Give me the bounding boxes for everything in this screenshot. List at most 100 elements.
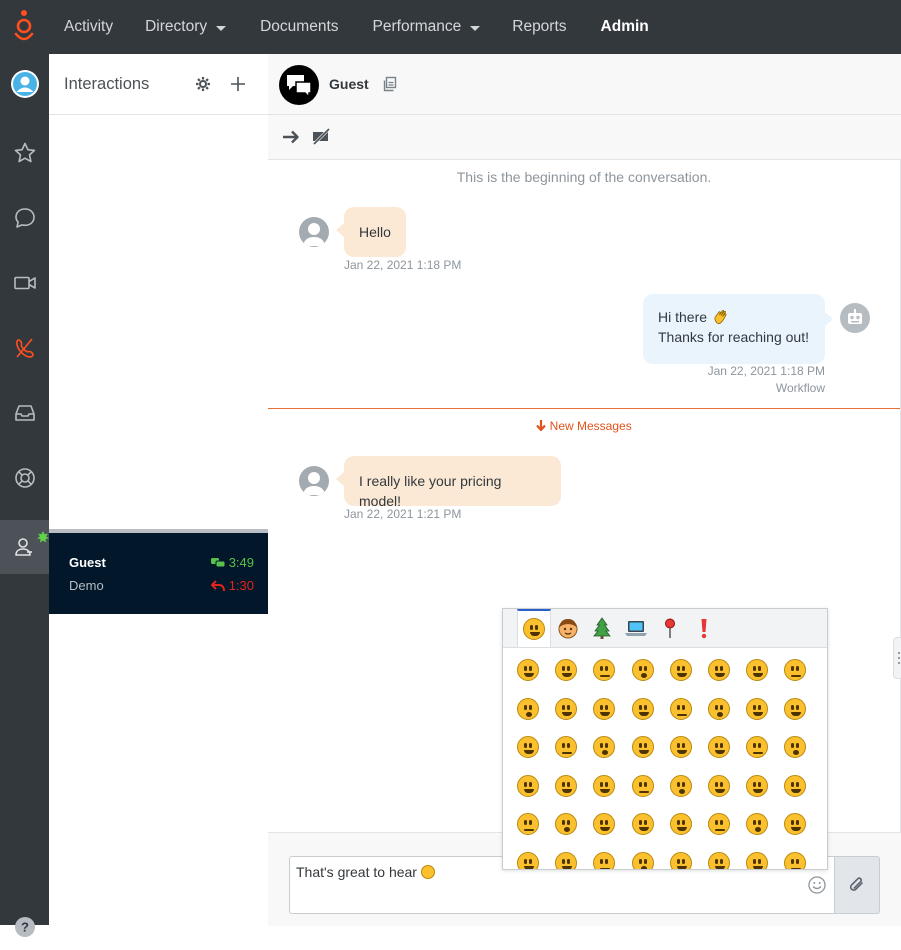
- chat-icon: [14, 208, 35, 228]
- smiley-face-icon: [517, 736, 539, 759]
- support-button[interactable]: [0, 455, 49, 501]
- favorites-button[interactable]: [0, 130, 49, 176]
- emoji-cell[interactable]: [547, 805, 585, 843]
- emoji-cell[interactable]: [585, 844, 623, 869]
- emoji-cell[interactable]: [585, 767, 623, 805]
- emoji-cell[interactable]: [509, 728, 547, 766]
- emoji-cell[interactable]: [624, 767, 662, 805]
- message-input-text: That's great to hear: [296, 864, 417, 880]
- emoji-cell[interactable]: [547, 651, 585, 689]
- attach-button[interactable]: [835, 856, 880, 914]
- emoji-tab-symbols[interactable]: [687, 609, 721, 647]
- emoji-cell[interactable]: [700, 805, 738, 843]
- emoji-cell[interactable]: [738, 651, 776, 689]
- emoji-cell[interactable]: [700, 767, 738, 805]
- interaction-card[interactable]: Guest Demo 3:49 1:30: [49, 529, 268, 614]
- emoji-category-tabs: [503, 609, 827, 648]
- emoji-cell[interactable]: [700, 651, 738, 689]
- emoji-cell[interactable]: [662, 651, 700, 689]
- emoji-cell[interactable]: [547, 728, 585, 766]
- nav-admin[interactable]: Admin: [581, 0, 663, 54]
- emoji-cell[interactable]: [585, 690, 623, 728]
- emoji-cell[interactable]: [624, 690, 662, 728]
- smiley-face-icon: [746, 736, 769, 759]
- nav-directory[interactable]: Directory: [127, 0, 240, 54]
- emoji-cell[interactable]: [738, 844, 776, 869]
- interaction-card-subtitle: Demo: [69, 578, 104, 593]
- inbox-button[interactable]: [0, 390, 49, 436]
- new-messages-label[interactable]: New Messages: [268, 419, 900, 433]
- help-button[interactable]: ?: [0, 904, 49, 950]
- genesys-logo[interactable]: [10, 8, 38, 46]
- emoji-cell[interactable]: [662, 728, 700, 766]
- transfer-arrow-icon[interactable]: [281, 127, 301, 147]
- emoji-cell[interactable]: [624, 844, 662, 869]
- emoji-cell[interactable]: [776, 844, 814, 869]
- emoji-cell[interactable]: [547, 844, 585, 869]
- emoji-tab-smileys[interactable]: [517, 609, 551, 647]
- smiley-face-icon: [593, 852, 616, 869]
- emoji-tab-places[interactable]: [653, 609, 687, 647]
- add-icon[interactable]: [230, 76, 246, 92]
- interaction-card-name: Guest: [69, 555, 106, 570]
- emoji-cell[interactable]: [509, 651, 547, 689]
- emoji-cell[interactable]: [776, 690, 814, 728]
- emoji-cell[interactable]: [738, 690, 776, 728]
- emoji-cell[interactable]: [585, 651, 623, 689]
- emoji-tab-people[interactable]: [551, 609, 585, 647]
- video-button[interactable]: [0, 260, 49, 306]
- guest-avatar: [279, 65, 319, 105]
- user-avatar-button[interactable]: [0, 61, 49, 107]
- nav-reports[interactable]: Reports: [494, 0, 580, 54]
- emoji-cell[interactable]: [662, 844, 700, 869]
- nav-documents[interactable]: Documents: [240, 0, 352, 54]
- phone-button[interactable]: [0, 325, 49, 371]
- emoji-cell[interactable]: [662, 690, 700, 728]
- emoji-cell[interactable]: [776, 651, 814, 689]
- emoji-cell[interactable]: [738, 728, 776, 766]
- guest-message-avatar: [299, 466, 329, 496]
- emoji-cell[interactable]: [700, 728, 738, 766]
- emoji-cell[interactable]: [509, 805, 547, 843]
- emoji-cell[interactable]: [776, 728, 814, 766]
- message-timestamp: Jan 22, 2021 1:21 PM: [344, 507, 462, 521]
- emoji-cell[interactable]: [585, 805, 623, 843]
- agent-status-button[interactable]: [0, 520, 49, 574]
- smiley-face-icon: [517, 852, 539, 869]
- smiley-face-icon: [631, 736, 654, 759]
- emoji-cell[interactable]: [738, 805, 776, 843]
- gear-icon[interactable]: [195, 76, 211, 92]
- chat-button[interactable]: [0, 195, 49, 241]
- emoji-cell[interactable]: [776, 805, 814, 843]
- conversation-header: Guest: [268, 54, 901, 115]
- new-messages-divider: [268, 408, 900, 409]
- emoji-tab-objects[interactable]: [619, 609, 653, 647]
- emoji-cell[interactable]: [624, 805, 662, 843]
- emoji-cell[interactable]: [738, 767, 776, 805]
- emoji-tab-nature[interactable]: [585, 609, 619, 647]
- nav-activity[interactable]: Activity: [50, 0, 127, 54]
- emoji-cell[interactable]: [700, 844, 738, 869]
- emoji-cell[interactable]: [624, 728, 662, 766]
- emoji-cell[interactable]: [547, 690, 585, 728]
- emoji-button-icon[interactable]: [808, 876, 826, 894]
- user-silhouette-icon: [303, 472, 325, 495]
- emoji-cell[interactable]: [509, 844, 547, 869]
- smiley-face-icon: [593, 813, 616, 836]
- conversation-toolbar: [268, 115, 901, 160]
- resize-handle[interactable]: [893, 637, 901, 679]
- copy-icon[interactable]: [382, 76, 398, 92]
- emoji-cell[interactable]: [662, 805, 700, 843]
- emoji-cell[interactable]: [509, 690, 547, 728]
- emoji-cell[interactable]: [662, 767, 700, 805]
- emoji-cell[interactable]: [585, 728, 623, 766]
- emoji-cell[interactable]: [509, 767, 547, 805]
- nav-performance[interactable]: Performance: [353, 0, 495, 54]
- emoji-cell[interactable]: [700, 690, 738, 728]
- smiley-face-icon: [746, 774, 769, 797]
- smiley-face-icon: [631, 813, 654, 836]
- hide-chat-icon[interactable]: [311, 127, 331, 147]
- emoji-cell[interactable]: [547, 767, 585, 805]
- emoji-cell[interactable]: [624, 651, 662, 689]
- emoji-cell[interactable]: [776, 767, 814, 805]
